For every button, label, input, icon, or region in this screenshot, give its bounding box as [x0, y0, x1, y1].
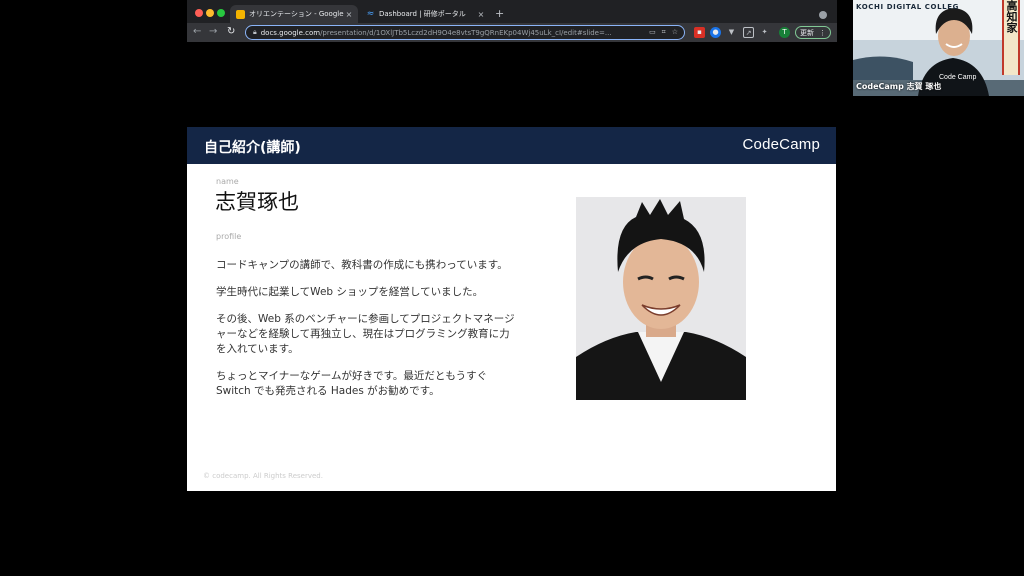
more-menu-icon: ⋮	[819, 28, 826, 37]
bio-paragraph: その後、Web 系のベンチャーに参画してプロジェクトマネージャーなどを経験して再…	[216, 313, 515, 355]
speaker-name: 志賀琢也	[215, 190, 299, 214]
minimize-window-button[interactable]	[206, 9, 214, 17]
address-bar[interactable]: 🔒︎ docs.google.com/presentation/d/1OXlJT…	[245, 25, 685, 40]
lock-icon[interactable]: 🔒︎	[253, 28, 257, 37]
speaker-photo	[576, 197, 746, 400]
participant-name-label: CodeCamp 志賀 琢也	[856, 82, 942, 91]
bio-paragraph: ちょっとマイナーなゲームが好きです。最近だともうすぐSwitch でも発売される…	[216, 370, 488, 397]
tab-strip: オリエンテーション - Google ス × ≈ Dashboard | 研修ポ…	[187, 3, 837, 23]
copyright-text: © codecamp. All Rights Reserved.	[203, 472, 323, 480]
svg-text:Code Camp: Code Camp	[939, 74, 976, 81]
tab-dashboard[interactable]: ≈ Dashboard | 研修ポータル ×	[360, 5, 490, 23]
background-banner: 高知家	[1002, 0, 1020, 75]
back-icon[interactable]: ←	[193, 26, 201, 38]
omnibox-icons: ▭ ⌗ ☆	[649, 28, 678, 37]
dashboard-icon: ≈	[366, 8, 375, 19]
new-tab-button[interactable]: +	[495, 7, 504, 20]
presentation-slide: 自己紹介(講師) CodeCamp name 志賀琢也 profile コードキ…	[187, 127, 836, 491]
close-icon[interactable]: ×	[476, 10, 486, 19]
browser-toolbar: ← → ↻ 🔒︎ docs.google.com/presentation/d/…	[187, 23, 837, 42]
browser-window: オリエンテーション - Google ス × ≈ Dashboard | 研修ポ…	[187, 0, 837, 42]
slide-header: 自己紹介(講師) CodeCamp	[187, 127, 836, 164]
update-button[interactable]: 更新 ⋮	[795, 26, 831, 39]
bookmark-star-icon[interactable]: ☆	[672, 28, 678, 37]
puzzle-icon[interactable]: ✦	[759, 27, 770, 38]
profile-bio: コードキャンプの講師で、教科書の作成にも携わっています。 学生時代に起業してWe…	[216, 258, 516, 411]
profile-label: profile	[216, 232, 242, 241]
close-icon[interactable]: ×	[344, 10, 354, 19]
profile-avatar[interactable]: T	[779, 27, 790, 38]
name-label: name	[216, 177, 239, 186]
tab-google-slides[interactable]: オリエンテーション - Google ス ×	[230, 5, 358, 23]
tab-title: Dashboard | 研修ポータル	[379, 10, 466, 18]
update-label: 更新	[800, 28, 814, 37]
forward-icon[interactable]: →	[209, 26, 217, 38]
screenshot-icon[interactable]: ⌗	[662, 28, 666, 37]
tab-title: オリエンテーション - Google ス	[249, 10, 344, 18]
extension-icon[interactable]: ●	[710, 27, 721, 38]
reload-icon[interactable]: ↻	[227, 26, 235, 38]
maximize-window-button[interactable]	[217, 9, 225, 17]
google-slides-icon	[236, 9, 245, 19]
bio-paragraph: 学生時代に起業してWeb ショップを経営していました。	[216, 286, 484, 298]
extension-icon[interactable]: ▪	[694, 27, 705, 38]
extension-icon[interactable]: ↗	[743, 27, 754, 38]
cast-icon[interactable]: ▭	[649, 28, 656, 37]
close-window-button[interactable]	[195, 9, 203, 17]
background-sign-text: KOCHI DIGITAL COLLEG	[856, 3, 959, 11]
codecamp-logo: CodeCamp	[742, 136, 820, 153]
webcam-video: Code Camp KOCHI DIGITAL COLLEG 高知家 CodeC…	[853, 0, 1024, 96]
url-text[interactable]: docs.google.com/presentation/d/1OXlJTb5L…	[261, 29, 649, 37]
tab-search-icon[interactable]	[819, 11, 827, 19]
bio-paragraph: コードキャンプの講師で、教科書の作成にも携わっています。	[216, 259, 508, 271]
slide-title: 自己紹介(講師)	[204, 140, 301, 156]
extension-icon[interactable]: ▼	[726, 27, 737, 38]
